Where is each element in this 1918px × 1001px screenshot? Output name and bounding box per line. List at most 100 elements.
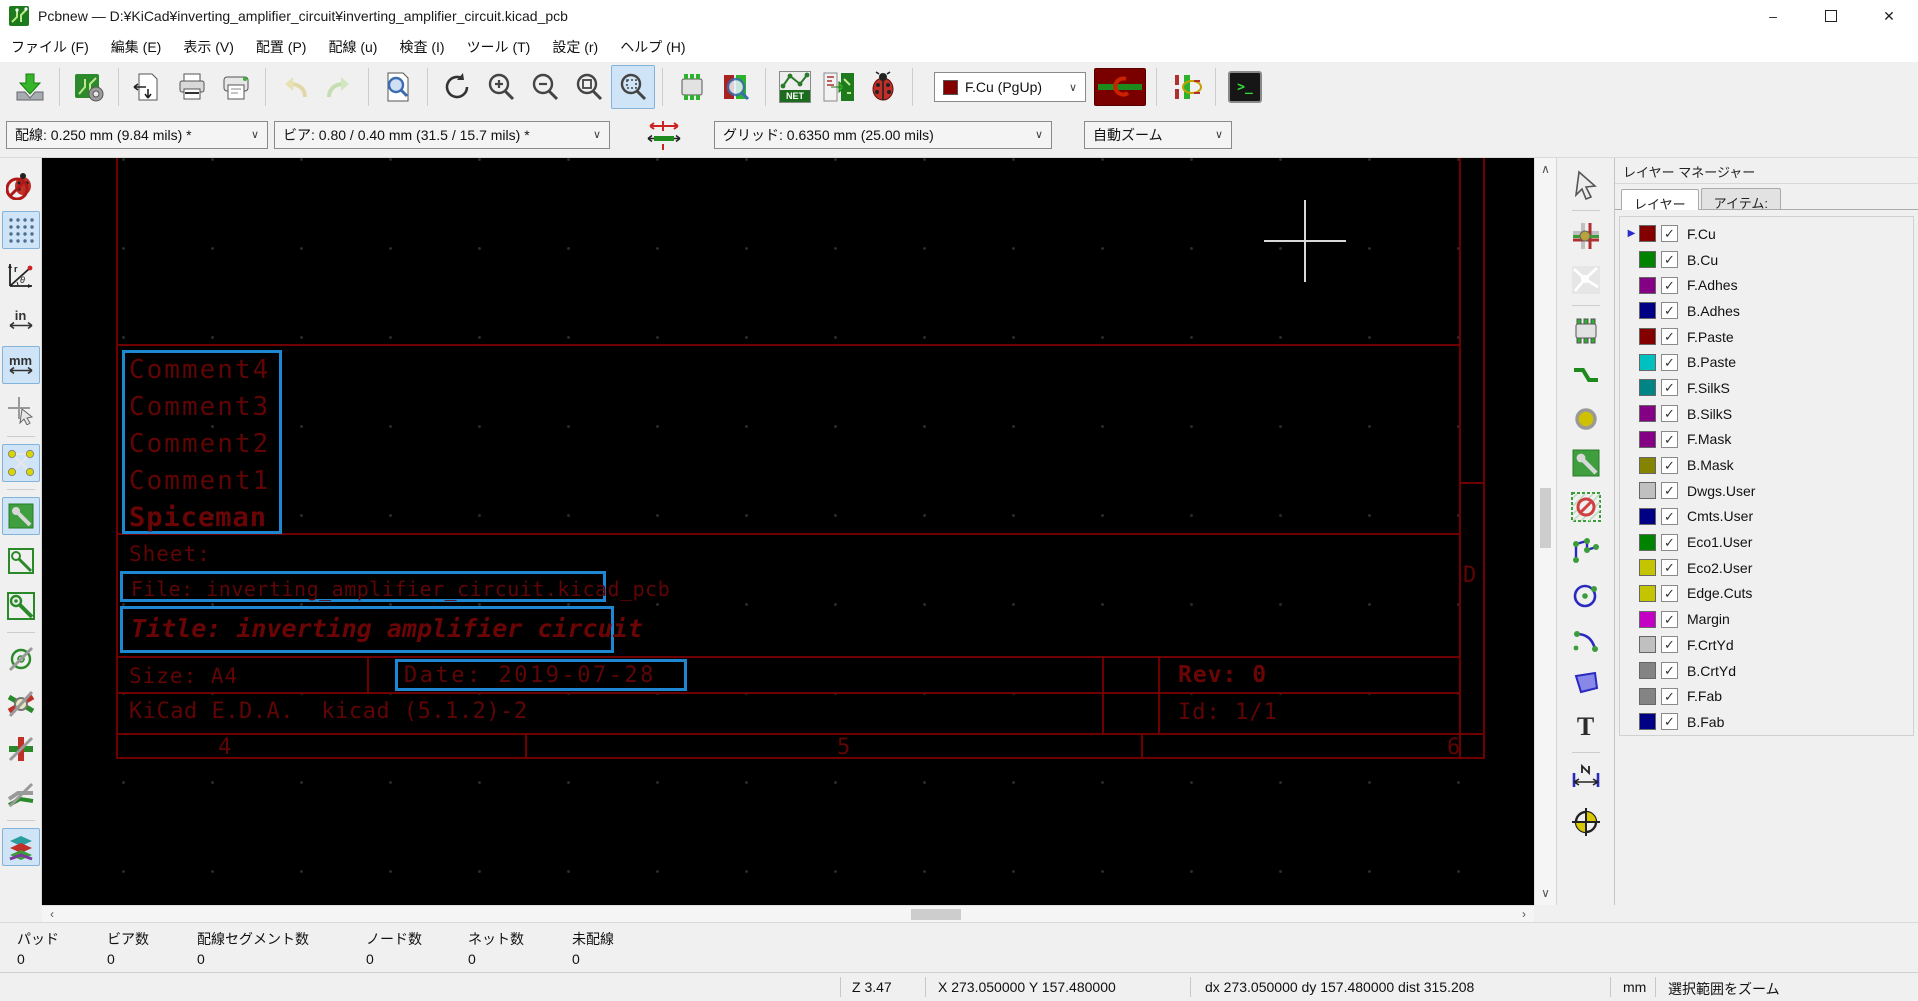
route-tracks-tool[interactable] xyxy=(1567,356,1605,394)
zoom-to-selection-button[interactable] xyxy=(611,65,655,109)
units-mm-toggle[interactable]: mm xyxy=(1,346,40,384)
auto-track-width-button[interactable] xyxy=(642,113,686,157)
layer-visibility-checkbox[interactable]: ✓ xyxy=(1661,405,1678,423)
layer-row[interactable]: ✓ Edge.Cuts xyxy=(1620,581,1913,607)
layer-color-swatch[interactable] xyxy=(1639,276,1656,294)
layer-row[interactable]: ✓ Eco1.User xyxy=(1620,529,1913,555)
drc-button[interactable] xyxy=(861,65,905,109)
layer-color-swatch[interactable] xyxy=(1639,379,1656,397)
draw-line-tool[interactable] xyxy=(1567,532,1605,570)
scroll-down-arrow[interactable]: ∨ xyxy=(1535,886,1556,901)
layer-visibility-checkbox[interactable]: ✓ xyxy=(1661,302,1678,320)
maximize-button[interactable] xyxy=(1802,0,1860,32)
scroll-up-arrow[interactable]: ∧ xyxy=(1535,162,1556,177)
footprint-mode-button[interactable] xyxy=(670,65,714,109)
add-target-tool[interactable] xyxy=(1567,803,1605,841)
pad-outline-mode-toggle[interactable] xyxy=(2,730,40,768)
draw-circle-tool[interactable] xyxy=(1567,576,1605,614)
track-outline-mode-toggle[interactable] xyxy=(2,685,40,723)
horizontal-scrollbar[interactable]: ‹ › xyxy=(42,905,1534,923)
grid-size-dropdown[interactable]: グリッド: 0.6350 mm (25.00 mils) ∨ xyxy=(714,120,1052,149)
zoom-fit-button[interactable] xyxy=(567,65,611,109)
scroll-left-arrow[interactable]: ‹ xyxy=(44,907,60,922)
print-button[interactable] xyxy=(170,65,214,109)
layer-color-swatch[interactable] xyxy=(1639,405,1656,423)
layer-select-dropdown[interactable]: F.Cu (PgUp) ∨ xyxy=(934,72,1086,102)
layer-color-swatch[interactable] xyxy=(1639,662,1656,680)
layer-color-swatch[interactable] xyxy=(1639,353,1656,371)
redo-button[interactable] xyxy=(317,65,361,109)
board-canvas[interactable]: Comment4 Comment3 Comment2 Comment1 Spic… xyxy=(42,158,1534,905)
layer-visibility-checkbox[interactable]: ✓ xyxy=(1661,559,1678,577)
layer-row[interactable]: ✓ F.SilkS xyxy=(1620,375,1913,401)
layer-color-swatch[interactable] xyxy=(1639,482,1656,500)
layer-color-swatch[interactable] xyxy=(1639,225,1656,243)
update-pcb-from-schematic-button[interactable] xyxy=(817,65,861,109)
add-filled-zone-tool[interactable] xyxy=(1567,444,1605,482)
layer-row[interactable]: ✓ B.Cu xyxy=(1620,247,1913,273)
layer-color-swatch[interactable] xyxy=(1639,687,1656,705)
layer-color-swatch[interactable] xyxy=(1639,302,1656,320)
layer-presentation-button[interactable] xyxy=(1094,68,1146,106)
layer-visibility-checkbox[interactable]: ✓ xyxy=(1661,533,1678,551)
layer-color-swatch[interactable] xyxy=(1639,251,1656,269)
layer-row[interactable]: ✓ Dwgs.User xyxy=(1620,478,1913,504)
layer-visibility-checkbox[interactable]: ✓ xyxy=(1661,353,1678,371)
refresh-view-button[interactable] xyxy=(435,65,479,109)
menu-view[interactable]: 表示 (V) xyxy=(172,32,245,62)
menu-preferences[interactable]: 設定 (r) xyxy=(541,32,609,62)
via-size-dropdown[interactable]: ビア: 0.80 / 0.40 mm (31.5 / 15.7 mils) * … xyxy=(274,120,610,149)
layer-visibility-checkbox[interactable]: ✓ xyxy=(1661,430,1678,448)
menu-place[interactable]: 配置 (P) xyxy=(245,32,318,62)
high-contrast-mode-toggle[interactable] xyxy=(1,828,40,866)
local-ratsnest-tool[interactable] xyxy=(1567,261,1605,299)
layer-color-swatch[interactable] xyxy=(1639,610,1656,628)
layer-visibility-checkbox[interactable]: ✓ xyxy=(1661,687,1678,705)
layer-color-swatch[interactable] xyxy=(1639,430,1656,448)
find-button[interactable] xyxy=(376,65,420,109)
save-button[interactable] xyxy=(8,65,52,109)
layer-row[interactable]: ▶ ✓ F.Cu xyxy=(1620,221,1913,247)
layer-visibility-checkbox[interactable]: ✓ xyxy=(1661,276,1678,294)
add-keepout-zone-tool[interactable] xyxy=(1567,488,1605,526)
layer-visibility-checkbox[interactable]: ✓ xyxy=(1661,507,1678,525)
routed-track-outline-toggle[interactable] xyxy=(2,775,40,813)
scripting-console-button[interactable]: >_ xyxy=(1223,65,1267,109)
units-inch-toggle[interactable]: in xyxy=(2,301,40,339)
footprint-viewer-button[interactable] xyxy=(714,65,758,109)
add-dimension-tool[interactable] xyxy=(1567,759,1605,797)
scroll-right-arrow[interactable]: › xyxy=(1516,907,1532,922)
menu-route[interactable]: 配線 (u) xyxy=(317,32,388,62)
undo-button[interactable] xyxy=(273,65,317,109)
layer-color-swatch[interactable] xyxy=(1639,533,1656,551)
layer-row[interactable]: ✓ B.CrtYd xyxy=(1620,658,1913,684)
layer-visibility-checkbox[interactable]: ✓ xyxy=(1661,713,1678,731)
layer-visibility-checkbox[interactable]: ✓ xyxy=(1661,610,1678,628)
page-settings-button[interactable] xyxy=(126,65,170,109)
layer-color-swatch[interactable] xyxy=(1639,636,1656,654)
cursor-shape-toggle[interactable] xyxy=(2,391,40,429)
layer-row[interactable]: ✓ F.Fab xyxy=(1620,683,1913,709)
layer-color-swatch[interactable] xyxy=(1639,584,1656,602)
layer-row[interactable]: ✓ Eco2.User xyxy=(1620,555,1913,581)
layer-row[interactable]: ✓ F.Adhes xyxy=(1620,272,1913,298)
layer-color-swatch[interactable] xyxy=(1639,328,1656,346)
interactive-router-settings-button[interactable] xyxy=(1164,65,1208,109)
layer-color-swatch[interactable] xyxy=(1639,559,1656,577)
board-setup-button[interactable] xyxy=(67,65,111,109)
track-width-dropdown[interactable]: 配線: 0.250 mm (9.84 mils) * ∨ xyxy=(6,120,268,149)
drc-off-toggle[interactable] xyxy=(2,166,40,204)
menu-inspect[interactable]: 検査 (I) xyxy=(388,32,455,62)
tab-layers[interactable]: レイヤー xyxy=(1621,189,1699,212)
zone-display-outline-toggle[interactable] xyxy=(2,542,40,580)
plot-button[interactable] xyxy=(214,65,258,109)
select-tool[interactable] xyxy=(1567,166,1605,204)
layer-color-swatch[interactable] xyxy=(1639,456,1656,474)
layer-row[interactable]: ✓ B.Adhes xyxy=(1620,298,1913,324)
grid-visibility-toggle[interactable] xyxy=(1,211,40,249)
layer-row[interactable]: ✓ B.Paste xyxy=(1620,349,1913,375)
zone-display-outline-pad-toggle[interactable] xyxy=(2,587,40,625)
layer-visibility-checkbox[interactable]: ✓ xyxy=(1661,251,1678,269)
layer-visibility-checkbox[interactable]: ✓ xyxy=(1661,482,1678,500)
layer-row[interactable]: ✓ Margin xyxy=(1620,606,1913,632)
